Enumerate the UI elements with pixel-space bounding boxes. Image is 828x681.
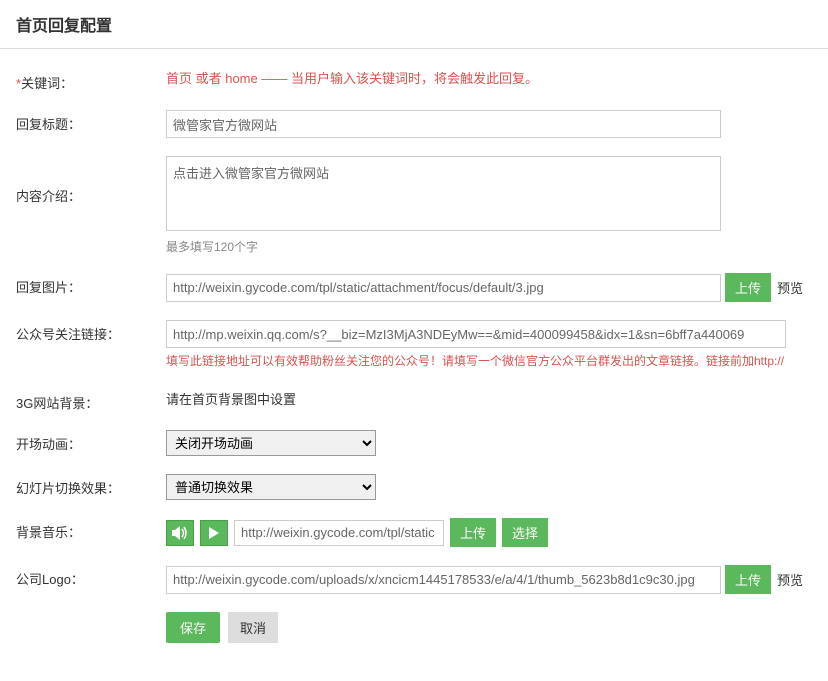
content-actions: 保存 取消 (166, 612, 812, 643)
label-keyword-text: 关键词： (21, 76, 73, 91)
row-keyword: *关键词： 首页 或者 home —— 当用户输入该关键词时，将会触发此回复。 (16, 69, 812, 92)
reply-image-preview-link[interactable]: 预览 (777, 278, 803, 297)
row-company-logo: 公司Logo： 上传 预览 (16, 565, 812, 594)
cancel-button[interactable]: 取消 (228, 612, 278, 643)
content-intro-wrap: 点击进入微管家官方微网站 最多填写120个字 (166, 156, 812, 255)
site-bg-text: 请在首页背景图中设置 (166, 392, 296, 407)
label-site-bg: 3G网站背景： (16, 389, 166, 412)
row-bg-music: 背景音乐： 上传 选择 (16, 518, 812, 547)
content-intro-hint: 最多填写120个字 (166, 238, 812, 255)
form-container: *关键词： 首页 或者 home —— 当用户输入该关键词时，将会触发此回复。 … (0, 49, 828, 681)
keyword-hint: 首页 或者 home —— 当用户输入该关键词时，将会触发此回复。 (166, 71, 538, 86)
reply-image-upload-button[interactable]: 上传 (725, 273, 771, 302)
play-icon-button[interactable] (200, 520, 228, 546)
row-follow-link: 公众号关注链接： 填写此链接地址可以有效帮助粉丝关注您的公众号！请填写一个微信官… (16, 320, 812, 371)
open-anim-select[interactable]: 关闭开场动画 (166, 430, 376, 456)
row-reply-title: 回复标题： (16, 110, 812, 138)
label-follow-link: 公众号关注链接： (16, 320, 166, 343)
label-reply-title: 回复标题： (16, 110, 166, 133)
row-slide-effect: 幻灯片切换效果： 普通切换效果 (16, 474, 812, 500)
company-logo-upload-button[interactable]: 上传 (725, 565, 771, 594)
content-slide-effect: 普通切换效果 (166, 474, 812, 500)
follow-link-hint: 填写此链接地址可以有效帮助粉丝关注您的公众号！请填写一个微信官方公众平台群发出的… (166, 352, 812, 371)
row-actions: 保存 取消 (16, 612, 812, 643)
slide-effect-select[interactable]: 普通切换效果 (166, 474, 376, 500)
reply-image-input[interactable] (166, 274, 721, 302)
row-reply-image: 回复图片： 上传 预览 (16, 273, 812, 302)
sound-icon-button[interactable] (166, 520, 194, 546)
label-open-anim: 开场动画： (16, 430, 166, 453)
bg-music-upload-button[interactable]: 上传 (450, 518, 496, 547)
content-keyword: 首页 或者 home —— 当用户输入该关键词时，将会触发此回复。 (166, 69, 812, 90)
company-logo-input[interactable] (166, 566, 721, 594)
bg-music-input[interactable] (234, 520, 444, 546)
row-site-bg: 3G网站背景： 请在首页背景图中设置 (16, 389, 812, 412)
label-company-logo: 公司Logo： (16, 565, 166, 588)
company-logo-preview-link[interactable]: 预览 (777, 570, 803, 589)
content-company-logo: 上传 预览 (166, 565, 812, 594)
content-site-bg: 请在首页背景图中设置 (166, 389, 812, 408)
content-reply-title (166, 110, 812, 138)
reply-title-input[interactable] (166, 110, 721, 138)
row-content-intro: 内容介绍： 点击进入微管家官方微网站 最多填写120个字 (16, 156, 812, 255)
content-intro-textarea[interactable]: 点击进入微管家官方微网站 (166, 156, 721, 231)
speaker-icon (172, 526, 188, 540)
content-open-anim: 关闭开场动画 (166, 430, 812, 456)
follow-link-input[interactable] (166, 320, 786, 348)
content-bg-music: 上传 选择 (166, 518, 812, 547)
label-content-intro: 内容介绍： (16, 156, 166, 205)
save-button[interactable]: 保存 (166, 612, 220, 643)
label-bg-music: 背景音乐： (16, 518, 166, 541)
bg-music-select-button[interactable]: 选择 (502, 518, 548, 547)
content-follow-link: 填写此链接地址可以有效帮助粉丝关注您的公众号！请填写一个微信官方公众平台群发出的… (166, 320, 812, 371)
label-actions (16, 612, 166, 616)
label-keyword: *关键词： (16, 69, 166, 92)
page-title: 首页回复配置 (0, 0, 828, 49)
content-reply-image: 上传 预览 (166, 273, 812, 302)
label-reply-image: 回复图片： (16, 273, 166, 296)
label-slide-effect: 幻灯片切换效果： (16, 474, 166, 497)
play-icon (209, 527, 219, 539)
row-open-anim: 开场动画： 关闭开场动画 (16, 430, 812, 456)
